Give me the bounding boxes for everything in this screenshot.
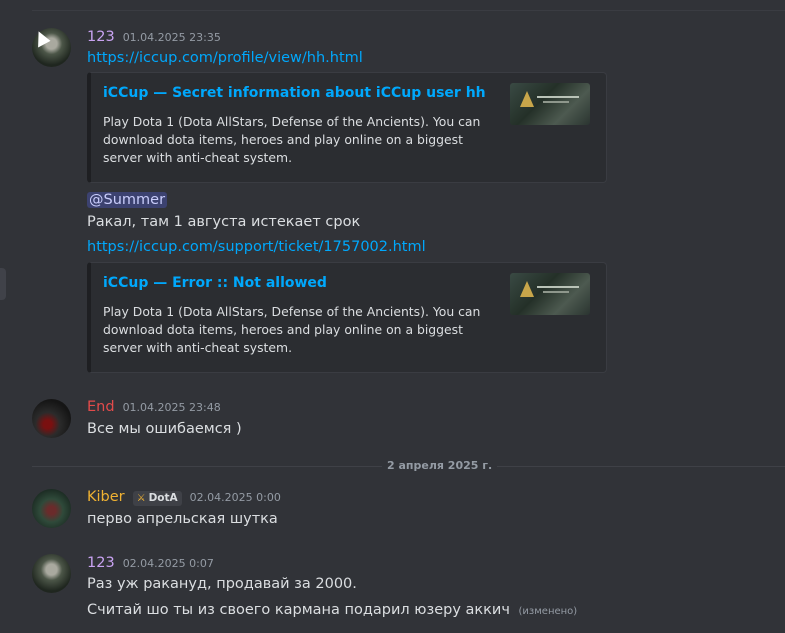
link-embed: iCCup — Secret information about iCCup u… bbox=[87, 72, 607, 183]
username-kiber[interactable]: Kiber bbox=[87, 489, 125, 505]
username-123[interactable]: 123 bbox=[87, 555, 115, 571]
edited-marker: (изменено) bbox=[518, 606, 578, 617]
embed-thumbnail[interactable] bbox=[510, 273, 590, 315]
message-header: 123 02.04.2025 0:07 bbox=[87, 555, 214, 571]
avatar-end[interactable] bbox=[32, 399, 71, 438]
user-mention[interactable]: @Summer bbox=[87, 192, 168, 208]
message-header: End 01.04.2025 23:48 bbox=[87, 399, 221, 415]
message-header: 123 01.04.2025 23:35 bbox=[87, 29, 221, 45]
message-line: https://iccup.com/support/ticket/1757002… bbox=[87, 239, 426, 255]
role-badge[interactable]: ⚔ DotA bbox=[132, 491, 182, 506]
message-text: Ракал, там 1 августа истекает срок bbox=[87, 214, 361, 230]
message-text: Считай шо ты из своего кармана подарил ю… bbox=[87, 602, 510, 618]
logo-icon bbox=[520, 91, 534, 107]
date-divider-label: 2 апреля 2025 г. bbox=[382, 459, 498, 472]
timestamp[interactable]: 01.04.2025 23:35 bbox=[123, 31, 221, 44]
profile-link[interactable]: https://iccup.com/profile/view/hh.html bbox=[87, 50, 363, 66]
ticket-link[interactable]: https://iccup.com/support/ticket/1757002… bbox=[87, 239, 426, 255]
embed-title-link[interactable]: iCCup — Error :: Not allowed bbox=[103, 275, 327, 291]
embed-description: Play Dota 1 (Dota AllStars, Defense of t… bbox=[103, 114, 481, 165]
avatar-kiber[interactable] bbox=[32, 489, 71, 528]
link-embed: iCCup — Error :: Not allowed Play Dota 1… bbox=[87, 262, 607, 373]
message-text: Все мы ошибаемся ) bbox=[87, 421, 242, 437]
scroll-indicator[interactable] bbox=[0, 268, 6, 300]
message-line: https://iccup.com/profile/view/hh.html bbox=[87, 50, 363, 66]
role-badge-label: DotA bbox=[148, 492, 178, 504]
message-line: @Summer bbox=[87, 192, 168, 208]
message-text: перво апрельская шутка bbox=[87, 511, 278, 527]
message-text: Раз уж ракануд, продавай за 2000. bbox=[87, 576, 357, 592]
embed-description: Play Dota 1 (Dota AllStars, Defense of t… bbox=[103, 304, 481, 355]
timestamp[interactable]: 02.04.2025 0:07 bbox=[123, 557, 214, 570]
embed-title-link[interactable]: iCCup — Secret information about iCCup u… bbox=[103, 85, 486, 101]
embed-thumbnail[interactable] bbox=[510, 83, 590, 125]
timestamp[interactable]: 02.04.2025 0:00 bbox=[190, 491, 281, 504]
message-header: Kiber ⚔ DotA 02.04.2025 0:00 bbox=[87, 489, 281, 506]
top-separator bbox=[32, 10, 785, 11]
message-line: Считай шо ты из своего кармана подарил ю… bbox=[87, 602, 577, 618]
username-123[interactable]: 123 bbox=[87, 29, 115, 45]
logo-icon bbox=[520, 281, 534, 297]
timestamp[interactable]: 01.04.2025 23:48 bbox=[123, 401, 221, 414]
avatar-123[interactable] bbox=[32, 554, 71, 593]
username-end[interactable]: End bbox=[87, 399, 115, 415]
sword-icon: ⚔ bbox=[136, 493, 146, 504]
